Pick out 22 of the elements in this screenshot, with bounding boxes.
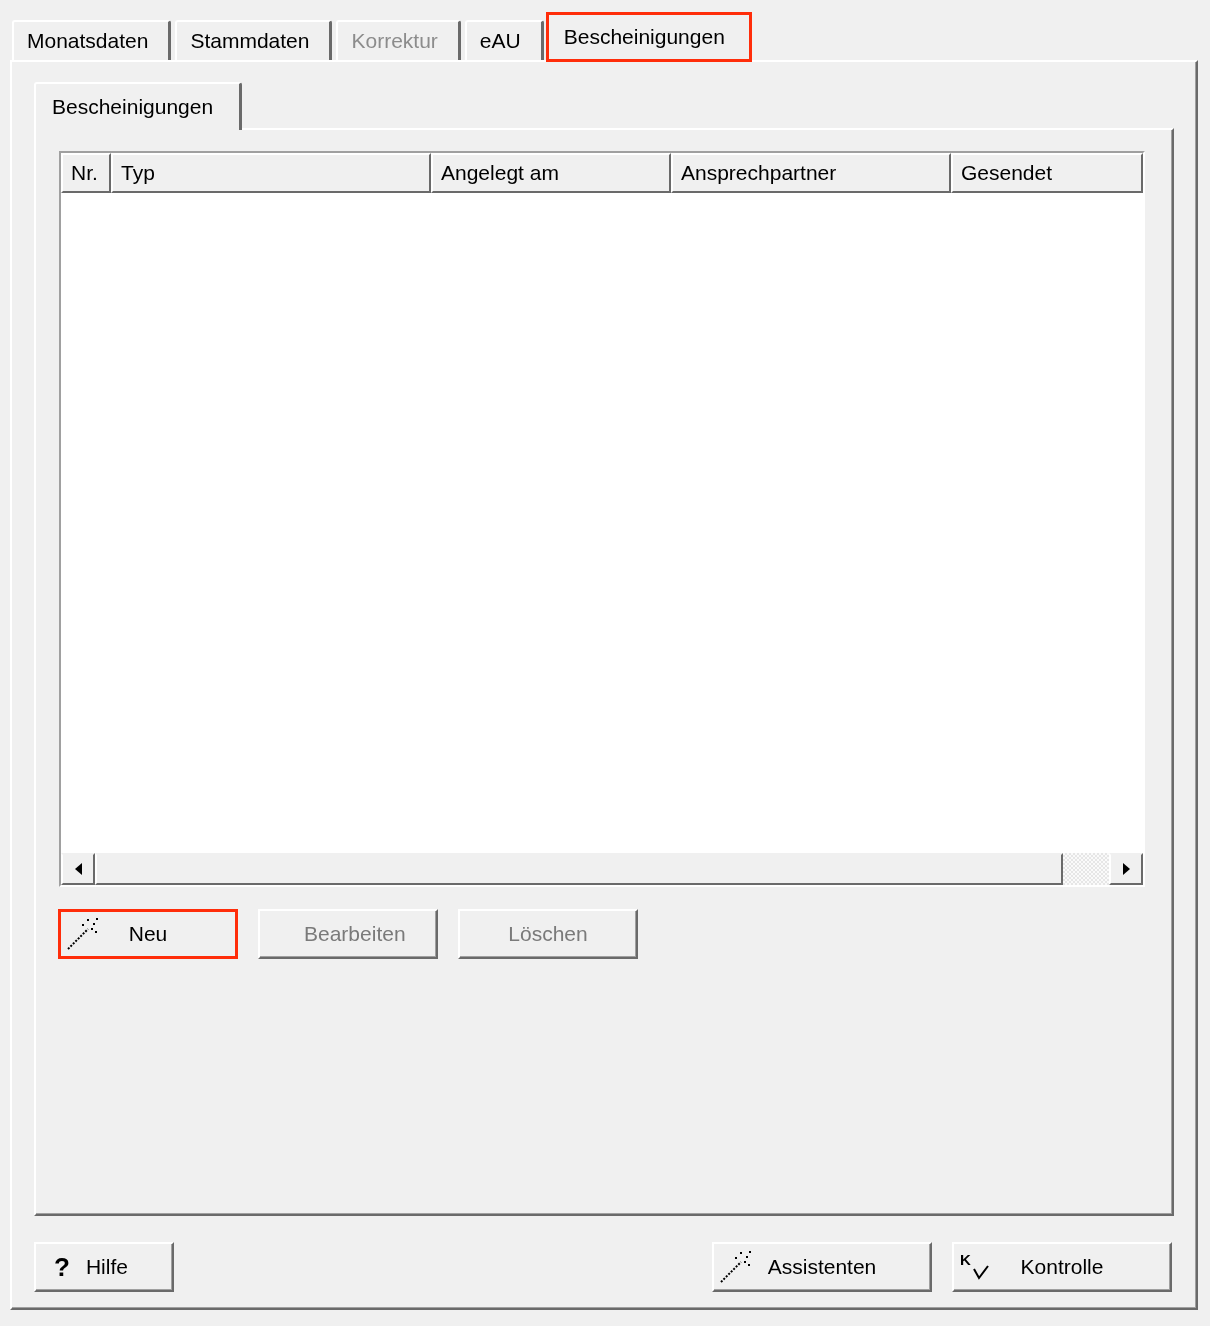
tab[interactable]: eAU (464, 20, 544, 60)
magic-wand-icon (720, 1251, 752, 1283)
help-button[interactable]: ? Hilfe (34, 1242, 174, 1292)
column-header[interactable]: Gesendet (951, 153, 1143, 193)
question-mark-icon: ? (54, 1253, 70, 1281)
scroll-right-button[interactable] (1109, 853, 1143, 885)
new-button[interactable]: Neu (58, 909, 238, 959)
check-button[interactable]: K Kontrolle (952, 1242, 1172, 1292)
triangle-right-icon (1122, 863, 1130, 875)
column-header[interactable]: Typ (111, 153, 431, 193)
tab[interactable]: Bescheinigungen (545, 12, 752, 62)
column-header[interactable]: Angelegt am (431, 153, 671, 193)
assistants-button[interactable]: Assistenten (712, 1242, 932, 1292)
scroll-left-button[interactable] (61, 853, 95, 885)
column-header[interactable]: Ansprechpartner (671, 153, 951, 193)
magic-wand-icon (67, 918, 99, 950)
scroll-thumb[interactable] (95, 853, 1063, 885)
tab[interactable]: Stammdaten (175, 20, 333, 60)
triangle-left-icon (74, 863, 82, 875)
tab[interactable]: Monatsdaten (12, 20, 172, 60)
column-header[interactable]: Nr. (61, 153, 111, 193)
tab[interactable]: Bescheinigungen (34, 82, 243, 130)
